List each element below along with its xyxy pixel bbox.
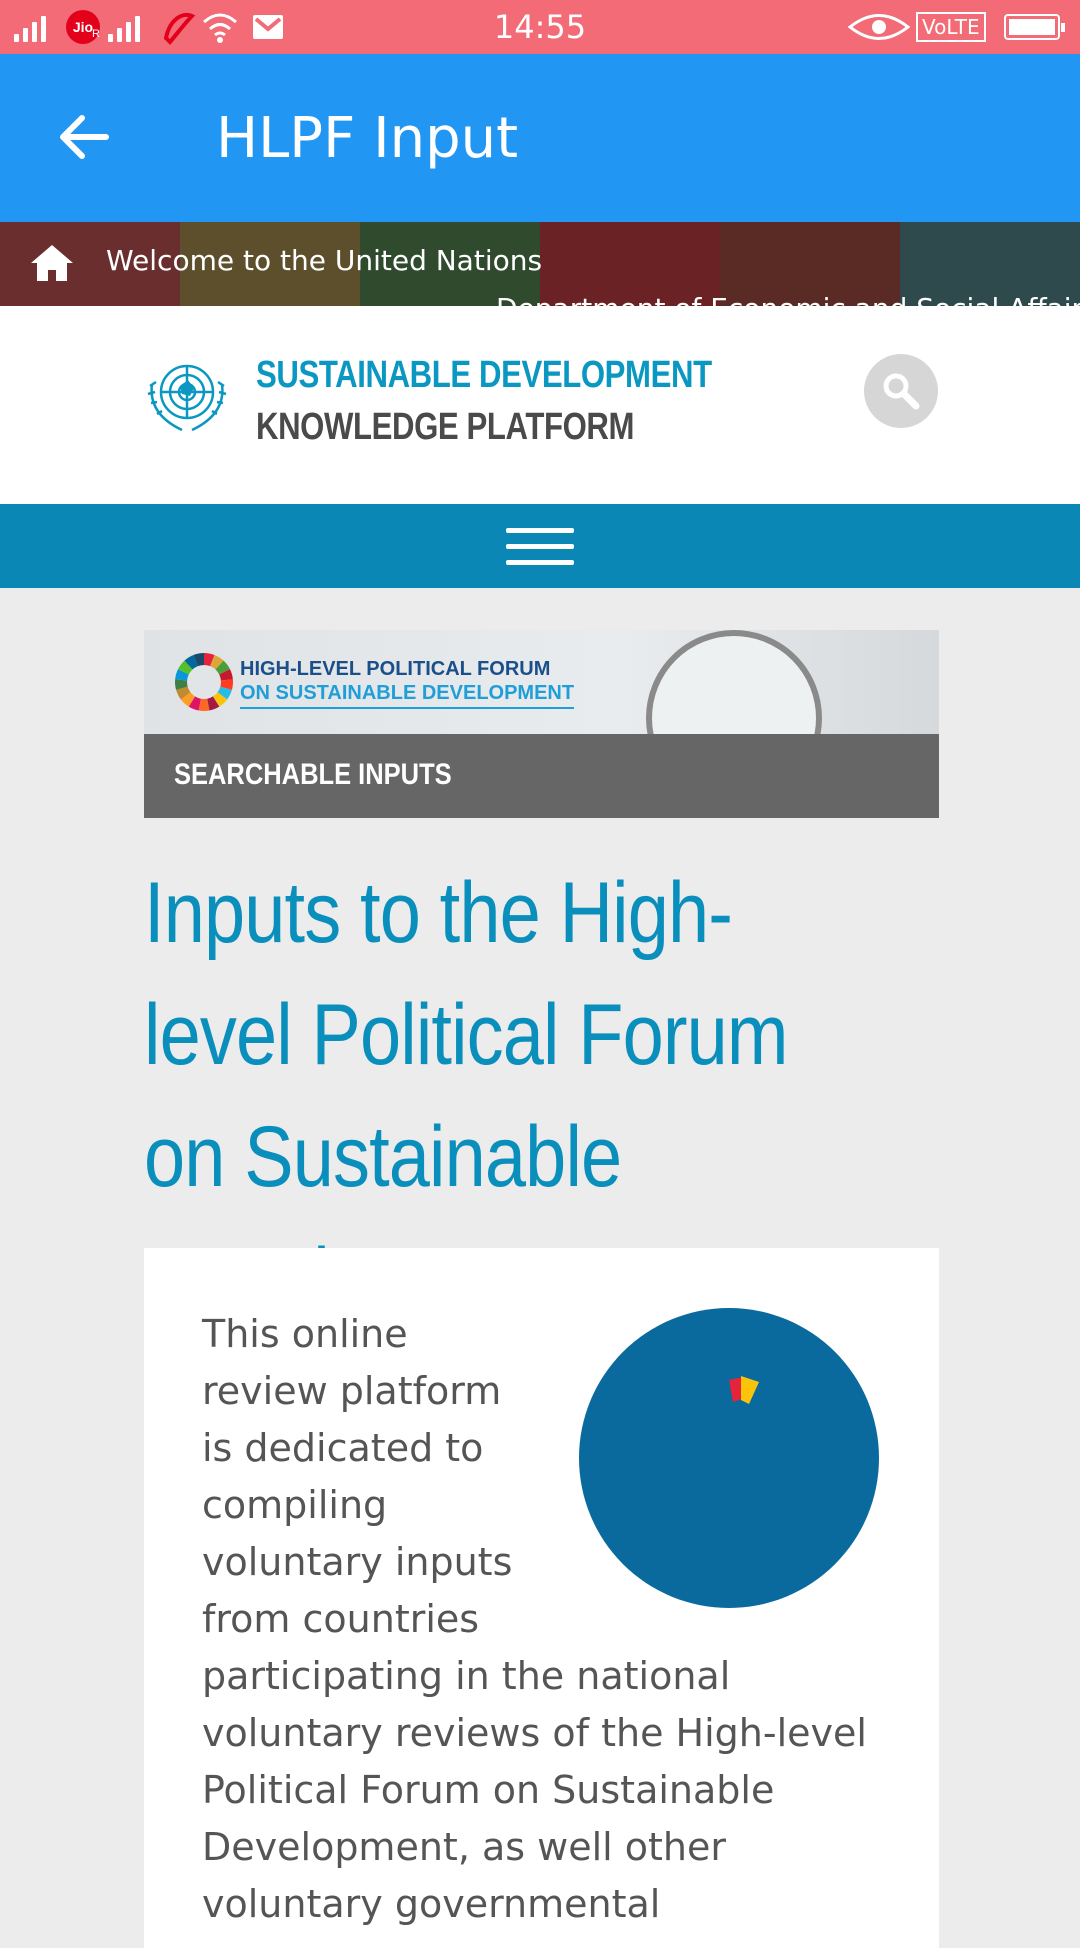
sdg-wheel-icon bbox=[175, 653, 233, 711]
site-title-line1[interactable]: SUSTAINABLE DEVELOPMENT bbox=[256, 354, 712, 397]
app-bar: HLPF Input bbox=[0, 54, 1080, 222]
forum-title-line1: HIGH-LEVEL POLITICAL FORUM bbox=[240, 658, 551, 680]
department-link[interactable]: Department of Economic and Social Affair… bbox=[496, 292, 1080, 306]
battery-icon bbox=[1004, 14, 1065, 40]
hlpf-banner[interactable]: HIGH-LEVEL POLITICAL FORUM ON SUSTAINABL… bbox=[144, 630, 939, 818]
banner-label: SEARCHABLE INPUTS bbox=[174, 758, 452, 791]
welcome-link[interactable]: Welcome to the United Nations bbox=[106, 244, 542, 277]
status-bar: Jio R 14:55 VoLTE bbox=[0, 0, 1080, 54]
search-icon bbox=[883, 373, 920, 410]
intro-text-block: This online review platform is dedicated… bbox=[202, 1306, 882, 1933]
menu-icon[interactable] bbox=[506, 528, 574, 576]
search-button[interactable] bbox=[864, 354, 938, 428]
site-header: SUSTAINABLE DEVELOPMENT KNOWLEDGE PLATFO… bbox=[0, 306, 1080, 504]
back-arrow-icon[interactable] bbox=[56, 112, 112, 162]
intro-card: This online review platform is dedicated… bbox=[144, 1248, 939, 1948]
home-icon[interactable] bbox=[28, 242, 76, 284]
eye-icon bbox=[848, 14, 910, 40]
nav-bar bbox=[0, 504, 1080, 588]
un-welcome-bar: Welcome to the United Nations Department… bbox=[0, 222, 1080, 306]
un-emblem-icon[interactable] bbox=[142, 354, 232, 434]
app-title: HLPF Input bbox=[216, 106, 519, 171]
forum-title-line2: ON SUSTAINABLE DEVELOPMENT bbox=[240, 682, 575, 709]
site-title-line2[interactable]: KNOWLEDGE PLATFORM bbox=[256, 406, 634, 449]
volte-indicator: VoLTE bbox=[916, 12, 986, 42]
